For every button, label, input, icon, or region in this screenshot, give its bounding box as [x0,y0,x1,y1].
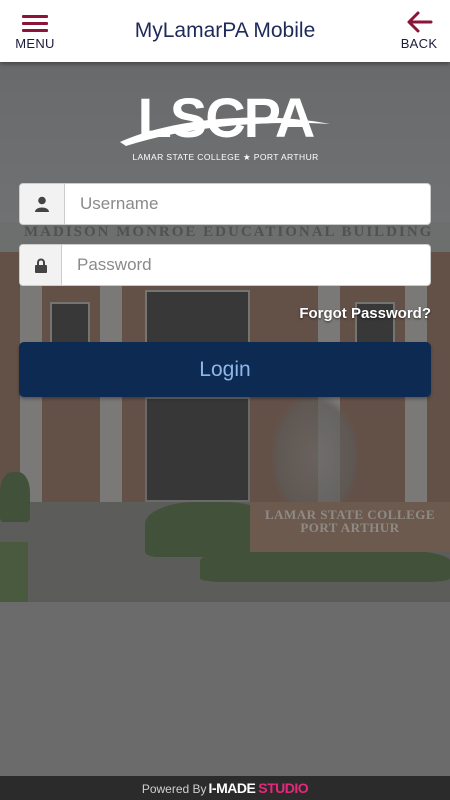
college-logo: LSCPA LAMAR STATE COLLEGE ★ PORT ARTHUR [118,88,333,168]
menu-label: MENU [15,36,55,51]
back-label: BACK [400,36,438,51]
forgot-password-link[interactable]: Forgot Password? [299,305,431,322]
lock-icon [20,245,62,285]
app-header: MENU MyLamarPA Mobile BACK [0,0,450,62]
logo-swoosh-icon [120,117,330,146]
hamburger-icon [22,15,48,32]
user-icon [20,184,65,224]
password-field [19,244,431,286]
password-input[interactable] [62,245,430,285]
login-button[interactable]: Login [19,342,431,397]
back-arrow-icon [407,11,433,33]
username-input[interactable] [65,184,430,224]
page-title: MyLamarPA Mobile [134,19,316,42]
powered-by-label: Powered By [141,782,207,796]
logo-tagline: LAMAR STATE COLLEGE ★ PORT ARTHUR [132,152,319,162]
username-field [19,183,431,225]
menu-button[interactable]: MENU [12,12,58,54]
back-button[interactable]: BACK [398,10,440,54]
footer: Powered By I-MADE STUDIO [0,776,450,800]
brand-name-part2: STUDIO [258,780,309,796]
brand-name-part1: I-MADE [208,780,256,796]
